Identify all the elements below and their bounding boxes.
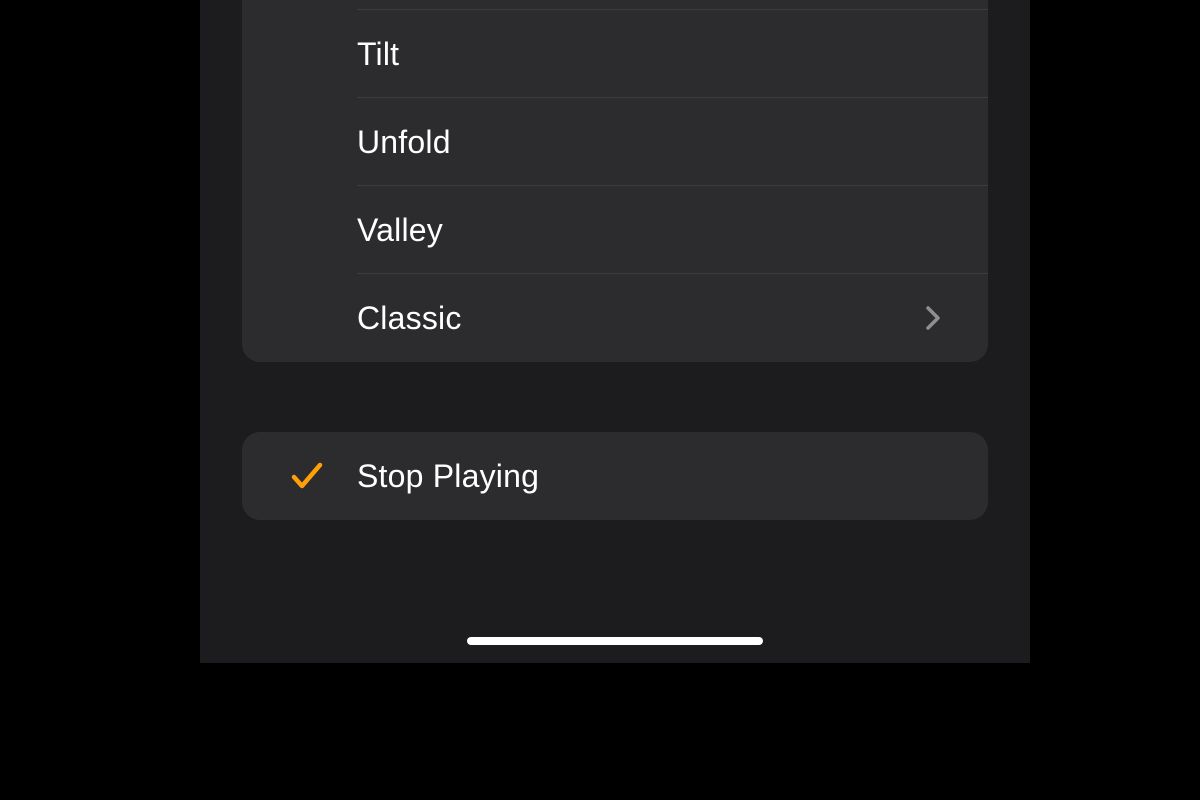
stop-playing-label: Stop Playing	[357, 458, 539, 495]
sound-option-classic[interactable]: Classic	[242, 274, 988, 362]
sound-option-unfold[interactable]: Unfold	[242, 98, 988, 186]
sound-option-label: Unfold	[357, 124, 451, 161]
sound-option-label: Tilt	[357, 36, 399, 73]
list-item-partial	[242, 0, 988, 10]
settings-screen: Tilt Unfold Valley Classic	[200, 0, 1030, 663]
stop-playing-option[interactable]: Stop Playing	[242, 432, 988, 520]
checkmark-icon	[290, 459, 324, 493]
sound-options-group: Tilt Unfold Valley Classic	[242, 0, 988, 362]
chevron-right-icon	[926, 306, 940, 330]
stop-playing-group: Stop Playing	[242, 432, 988, 520]
sound-option-label: Valley	[357, 212, 443, 249]
sound-option-label: Classic	[357, 300, 462, 337]
sound-option-tilt[interactable]: Tilt	[242, 10, 988, 98]
home-indicator[interactable]	[467, 637, 763, 645]
sound-option-valley[interactable]: Valley	[242, 186, 988, 274]
